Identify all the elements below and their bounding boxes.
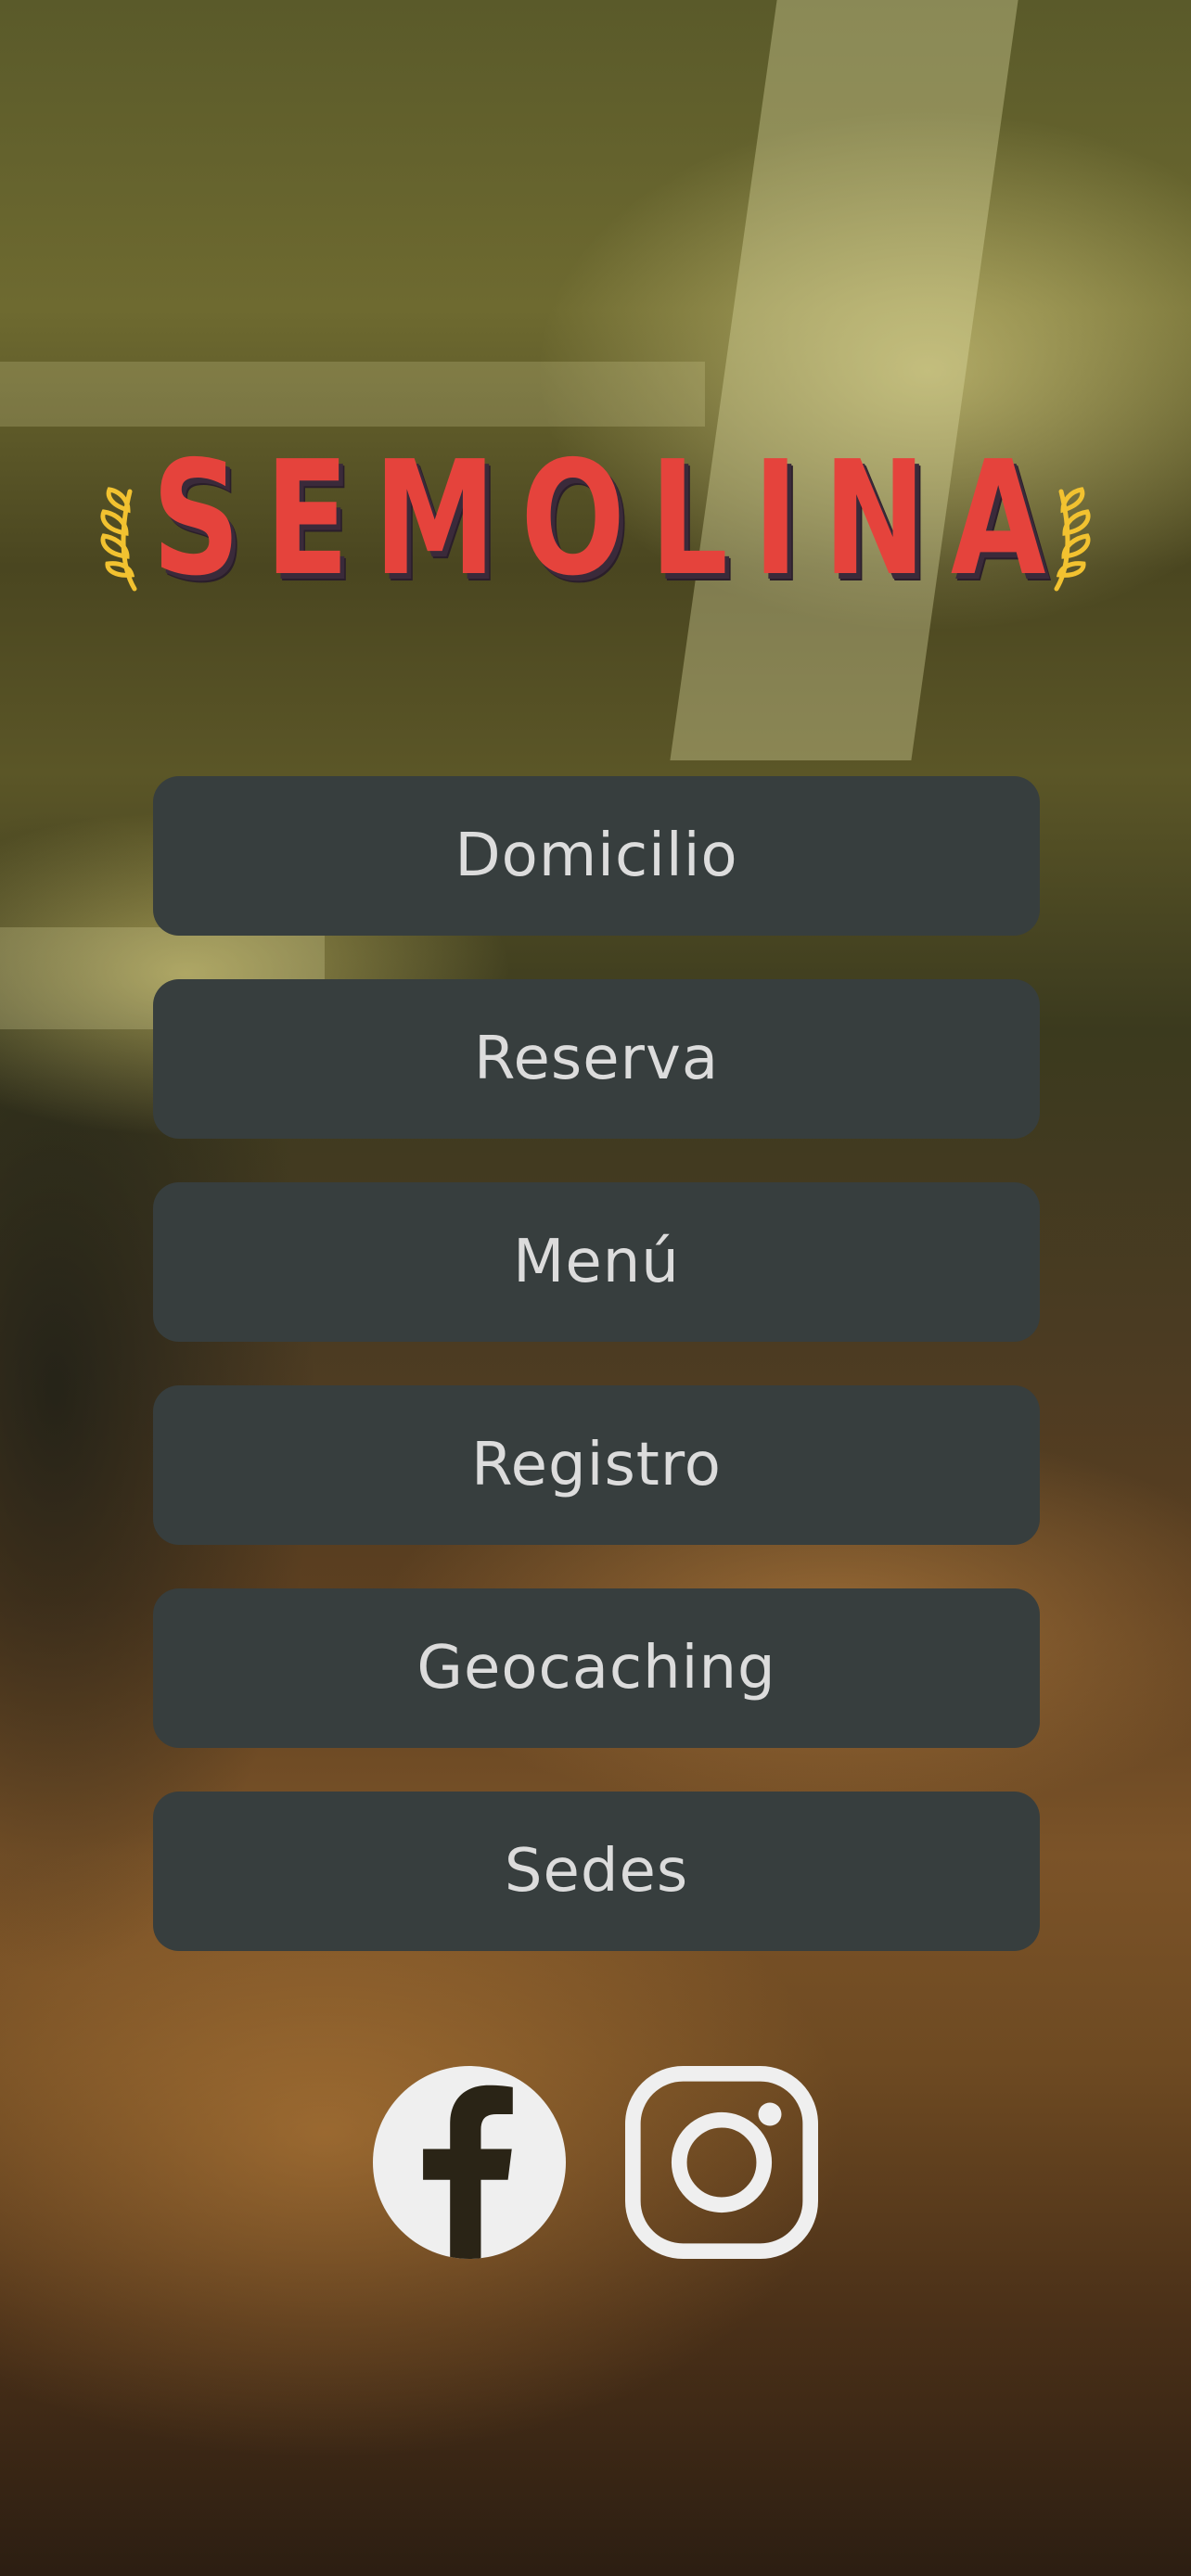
brand-logo: SEMOLINA — [0, 436, 1191, 603]
registro-button[interactable]: Registro — [153, 1385, 1040, 1545]
laurel-right-icon — [1054, 487, 1091, 592]
menu-button[interactable]: Menú — [153, 1182, 1040, 1342]
domicilio-button[interactable]: Domicilio — [153, 776, 1040, 936]
background-beam — [670, 0, 1018, 760]
social-links — [0, 2066, 1191, 2261]
facebook-icon[interactable] — [373, 2066, 566, 2259]
background-beam — [0, 362, 705, 427]
sedes-button[interactable]: Sedes — [153, 1792, 1040, 1951]
geocaching-button[interactable]: Geocaching — [153, 1588, 1040, 1748]
reserva-button[interactable]: Reserva — [153, 979, 1040, 1139]
brand-name: SEMOLINA — [151, 427, 1071, 611]
main-menu: Domicilio Reserva Menú Registro Geocachi… — [153, 776, 1040, 1995]
instagram-icon[interactable] — [625, 2066, 818, 2259]
